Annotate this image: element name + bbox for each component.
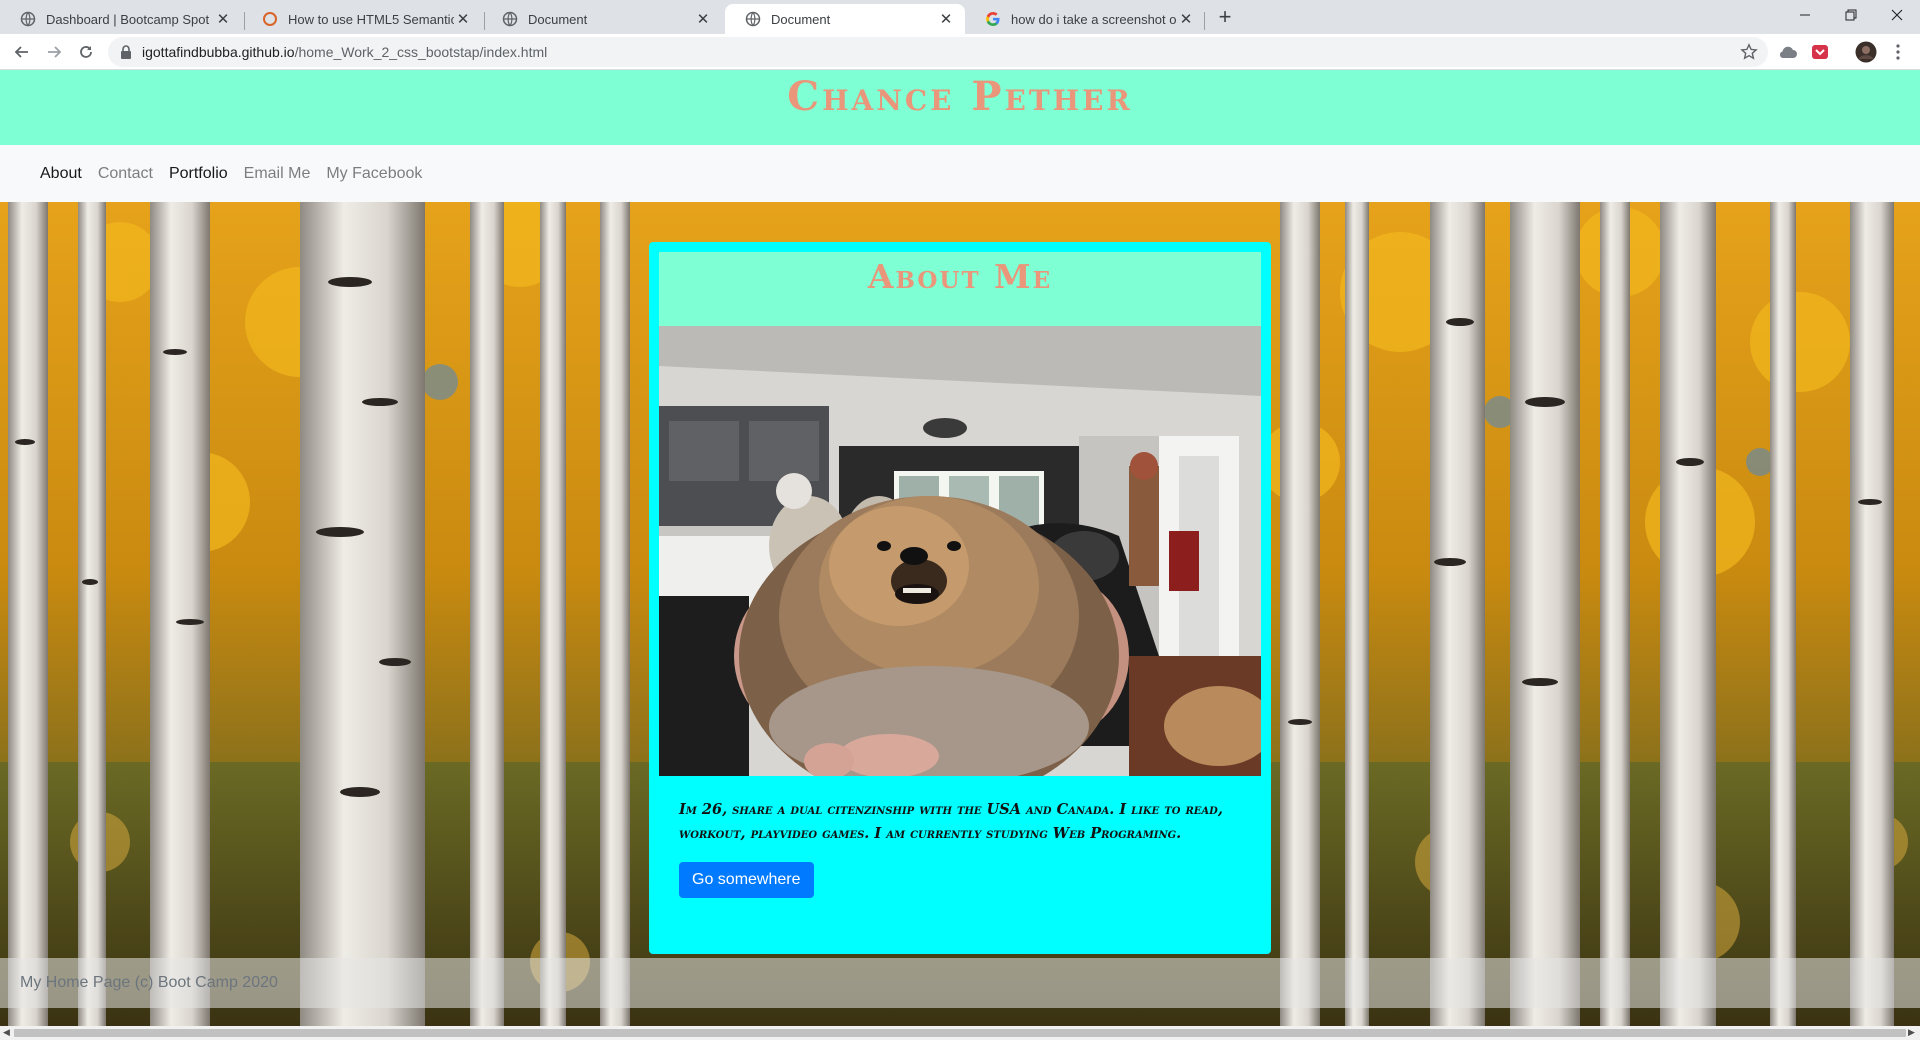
- close-tab-icon[interactable]: ✕: [214, 10, 232, 28]
- profile-avatar-icon[interactable]: [1854, 40, 1878, 64]
- browser-tab-active[interactable]: Document ✕: [725, 4, 965, 34]
- nav-link-portfolio[interactable]: Portfolio: [169, 165, 228, 183]
- close-tab-icon[interactable]: ✕: [937, 10, 955, 28]
- browser-tab[interactable]: How to use HTML5 Semantic Tags ✕: [242, 4, 482, 34]
- go-somewhere-button[interactable]: Go somewhere: [679, 862, 814, 898]
- pocket-extension-icon[interactable]: [1808, 40, 1832, 64]
- close-tab-icon[interactable]: ✕: [454, 10, 472, 28]
- back-icon[interactable]: [8, 38, 36, 66]
- scroll-left-icon[interactable]: ◀: [3, 1027, 10, 1038]
- close-window-icon[interactable]: [1874, 0, 1920, 30]
- nav-link-email-me[interactable]: Email Me: [244, 165, 311, 183]
- minimize-icon[interactable]: [1782, 0, 1828, 30]
- nav-link-my-facebook[interactable]: My Facebook: [326, 165, 422, 183]
- google-icon: [986, 12, 1000, 26]
- url-domain: igottafindbubba.github.io: [142, 44, 295, 60]
- nav-link-about[interactable]: About: [40, 165, 82, 183]
- browser-tab-bar: Dashboard | Bootcamp Spot ✕ How to use H…: [0, 0, 1920, 34]
- new-tab-button[interactable]: +: [1212, 5, 1238, 31]
- footer-text: My Home Page (c) Boot Camp 2020: [20, 974, 278, 991]
- close-tab-icon[interactable]: ✕: [694, 10, 712, 28]
- globe-icon: [20, 11, 36, 27]
- site-header: Chance Pether: [0, 70, 1920, 145]
- close-tab-icon[interactable]: ✕: [1177, 10, 1195, 28]
- tab-title: How to use HTML5 Semantic Tags: [288, 11, 454, 27]
- reload-icon[interactable]: [72, 38, 100, 66]
- card-text: Im 26, share a dual citenzinship with th…: [679, 801, 1223, 842]
- globe-icon: [745, 11, 761, 27]
- browser-tab[interactable]: how do i take a screenshot on a pc ✕: [965, 4, 1205, 34]
- hero-background: About Me Im 26, share a dual citenzinshi…: [0, 202, 1920, 1026]
- star-icon[interactable]: [1737, 40, 1761, 64]
- site-nav: About Contact Portfolio Email Me My Face…: [0, 145, 1920, 202]
- ring-icon: [263, 12, 277, 26]
- tab-title: how do i take a screenshot on a pc: [1011, 11, 1177, 27]
- browser-toolbar: igottafindbubba.github.io/home_Work_2_cs…: [0, 34, 1920, 70]
- browser-tab[interactable]: Document ✕: [482, 4, 722, 34]
- forward-icon[interactable]: [40, 38, 68, 66]
- scrollbar-thumb[interactable]: [14, 1029, 1906, 1037]
- scroll-right-icon[interactable]: ▶: [1908, 1027, 1915, 1038]
- lock-icon: [121, 45, 131, 59]
- url-path: /home_Work_2_css_bootstap/index.html: [294, 44, 548, 60]
- menu-kebab-icon[interactable]: [1886, 40, 1910, 64]
- horizontal-scrollbar[interactable]: ◀ ▶: [0, 1026, 1920, 1040]
- dog-photo: [659, 326, 1261, 776]
- page-viewport: Chance Pether About Contact Portfolio Em…: [0, 70, 1920, 1026]
- tab-title: Document: [771, 11, 831, 27]
- cloud-extension-icon[interactable]: [1776, 40, 1800, 64]
- tab-title: Document: [528, 11, 588, 27]
- tab-title: Dashboard | Bootcamp Spot: [46, 11, 210, 27]
- globe-icon: [502, 11, 518, 27]
- site-footer: My Home Page (c) Boot Camp 2020: [0, 958, 1920, 1008]
- site-title: Chance Pether: [787, 73, 1133, 120]
- card-title: About Me: [867, 257, 1053, 296]
- tab-separator: [1204, 12, 1205, 30]
- browser-tab[interactable]: Dashboard | Bootcamp Spot ✕: [0, 4, 242, 34]
- restore-icon[interactable]: [1828, 0, 1874, 30]
- card-header: About Me: [659, 252, 1261, 326]
- card-body: Im 26, share a dual citenzinship with th…: [659, 776, 1261, 898]
- nav-link-contact[interactable]: Contact: [98, 165, 153, 183]
- address-bar[interactable]: igottafindbubba.github.io/home_Work_2_cs…: [108, 37, 1768, 67]
- about-card: About Me Im 26, share a dual citenzinshi…: [649, 242, 1271, 954]
- pomeranian-image: [659, 326, 1261, 776]
